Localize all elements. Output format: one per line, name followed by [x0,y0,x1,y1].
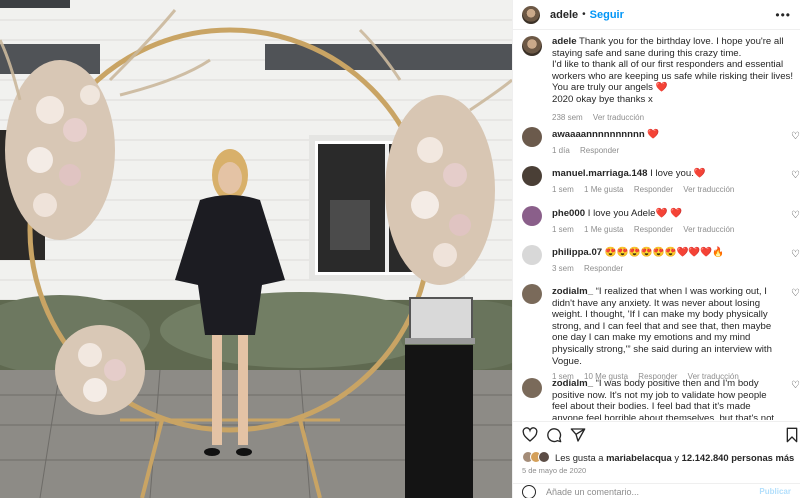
heart-small-icon[interactable]: ♡ [791,131,800,142]
caption-translate-link[interactable]: Ver traducción [593,113,644,122]
heart-small-icon[interactable]: ♡ [791,288,800,299]
comment-username[interactable]: philippa.07 [552,247,602,258]
emoji-icon[interactable] [522,484,536,498]
author-username[interactable]: adele [550,9,578,21]
likes-middle: y [674,451,680,463]
caption-username[interactable]: adele [552,36,577,47]
author-avatar[interactable] [522,5,540,24]
post-side-panel: adele • Seguir ••• adele Thank you for t… [512,0,800,498]
comment-text: zodialm_ “I realized that when I was wor… [552,286,780,367]
caption-body-2: I'd like to thank all of our first respo… [552,59,794,94]
liker-avatar [538,451,550,463]
comment-time: 3 sem [552,263,574,273]
comment-item: manuel.marriaga.148 I love you.❤️ 1 sem … [522,166,800,194]
action-icons [522,427,798,445]
likes-user[interactable]: mariabelacqua [606,452,672,463]
comment-item: awaaaannnnnnnnnn ❤️ 1 día Responder ♡ [522,127,800,155]
post-caption: adele Thank you for the birthday love. I… [522,36,800,122]
comment-translate-link[interactable]: Ver traducción [683,225,734,234]
comment-body: 😍😍😍😍😍😍❤️❤️❤️🔥 [604,247,725,258]
follow-button[interactable]: Seguir [590,9,624,21]
caption-time: 238 sem [552,112,583,122]
comment-time: 1 sem [552,224,574,234]
comment-body: “I realized that when I was working out,… [552,286,772,367]
post-image [0,0,512,498]
comment-time: 1 día [552,145,570,155]
post-photo[interactable] [0,0,512,498]
comment-meta: 1 sem 1 Me gusta Responder Ver traducció… [552,185,800,194]
heart-small-icon[interactable]: ♡ [791,170,800,181]
likes-summary[interactable]: Les gusta a mariabelacqua y 12.142.840 p… [522,451,794,463]
comment-reply-link[interactable]: Responder [580,146,619,155]
more-horizontal-icon[interactable]: ••• [775,8,791,22]
publish-button[interactable]: Publicar [759,487,791,496]
comment-body: I love you.❤️ [650,168,706,179]
caption-meta: 238 sem Ver traducción [552,113,800,122]
post-date: 5 de mayo de 2020 [522,466,587,475]
comment-body: ❤️ [647,129,660,140]
comment-meta: 3 sem Responder [552,264,800,273]
comment-translate-link[interactable]: Ver traducción [683,185,734,194]
heart-small-icon[interactable]: ♡ [791,380,800,391]
likes-count[interactable]: 12.142.840 personas más [682,452,795,463]
heart-icon[interactable] [522,427,538,443]
comment-icon[interactable] [546,427,562,443]
caption-body: Thank you for the birthday love. I hope … [552,36,784,59]
comment-meta: 1 día Responder [552,146,800,155]
comment-text: philippa.07 😍😍😍😍😍😍❤️❤️❤️🔥 [552,247,780,259]
comment-body: I love you Adele❤️ ❤️ [587,208,683,219]
comment-avatar[interactable] [522,127,542,147]
comment-avatar[interactable] [522,378,542,398]
comment-reply-link[interactable]: Responder [634,185,673,194]
comment-item: zodialm_ “I realized that when I was wor… [522,284,800,381]
comment-item: philippa.07 😍😍😍😍😍😍❤️❤️❤️🔥 3 sem Responde… [522,245,800,273]
comment-avatar[interactable] [522,166,542,186]
add-comment-bar: Añade un comentario... Publicar [513,483,800,498]
comment-item: zodialm_ “I was body positive then and I… [522,378,800,420]
comment-item: phe000 I love you Adele❤️ ❤️ 1 sem 1 Me … [522,206,800,234]
comment-username[interactable]: manuel.marriaga.148 [552,168,647,179]
comment-input[interactable]: Añade un comentario... [546,487,639,497]
caption-body-3: 2020 okay bye thanks x [552,93,653,105]
comment-reply-link[interactable]: Responder [584,264,623,273]
share-icon[interactable] [570,427,586,443]
heart-small-icon[interactable]: ♡ [791,249,800,260]
comment-username[interactable]: zodialm_ [552,378,593,389]
comment-avatar[interactable] [522,206,542,226]
caption-avatar[interactable] [522,36,542,56]
comment-meta: 1 sem 1 Me gusta Responder Ver traducció… [552,225,800,234]
comment-username[interactable]: phe000 [552,208,585,219]
comment-likes[interactable]: 1 Me gusta [584,185,624,194]
caption-text: adele Thank you for the birthday love. I… [552,36,800,106]
comment-avatar[interactable] [522,245,542,265]
comment-time: 1 sem [552,184,574,194]
comment-reply-link[interactable]: Responder [634,225,673,234]
comment-text: awaaaannnnnnnnnn ❤️ [552,129,780,141]
comment-text: manuel.marriaga.148 I love you.❤️ [552,168,780,180]
likes-prefix: Les gusta a [555,451,604,463]
post-actions: Les gusta a mariabelacqua y 12.142.840 p… [513,421,800,498]
comment-text: phe000 I love you Adele❤️ ❤️ [552,208,780,220]
comment-likes[interactable]: 1 Me gusta [584,225,624,234]
comment-text: zodialm_ “I was body positive then and I… [552,378,780,420]
comment-avatar[interactable] [522,284,542,304]
post-header: adele • Seguir ••• [513,0,800,30]
heart-small-icon[interactable]: ♡ [791,210,800,221]
separator-dot: • [582,9,586,20]
comment-username[interactable]: zodialm_ [552,286,593,297]
comment-username[interactable]: awaaaannnnnnnnnn [552,129,645,140]
bookmark-icon[interactable] [784,427,800,443]
